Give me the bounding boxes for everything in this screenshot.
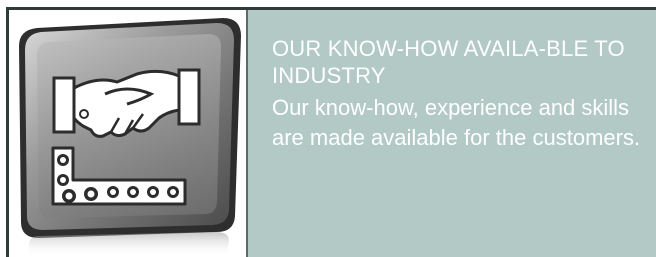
banner-headline: OUR KNOW-HOW AVAILA-BLE TO INDUSTRY (272, 36, 625, 88)
banner-body-text: Our know-how, experience and skills are … (272, 95, 641, 150)
image-panel (9, 10, 246, 257)
right-cuff (177, 68, 201, 126)
left-cuff (52, 76, 76, 134)
know-how-banner: OUR KNOW-HOW AVAILA-BLE TO INDUSTRY Our … (0, 0, 656, 257)
cuff-button (79, 109, 89, 119)
tile-reflection (29, 232, 229, 257)
handshake-and-chain-icon (19, 18, 241, 257)
text-panel: OUR KNOW-HOW AVAILA-BLE TO INDUSTRY Our … (248, 10, 656, 257)
